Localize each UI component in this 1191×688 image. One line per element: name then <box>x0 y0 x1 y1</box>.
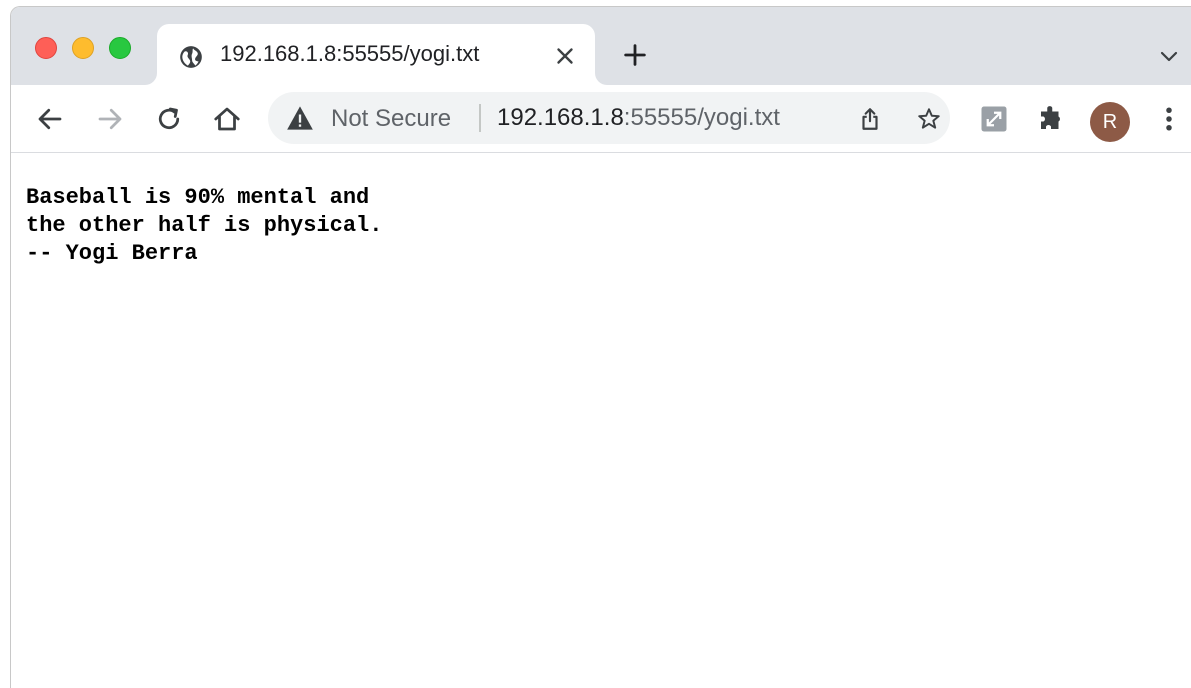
minimize-window-button[interactable] <box>72 37 94 59</box>
close-window-button[interactable] <box>35 37 57 59</box>
close-icon[interactable] <box>552 43 578 69</box>
text-line: Baseball is 90% mental and <box>26 185 370 210</box>
url-host: 192.168.1.8 <box>497 104 624 131</box>
url-path: :55555/yogi.txt <box>623 104 780 131</box>
text-line: the other half is physical. <box>26 213 383 238</box>
avatar[interactable]: R <box>1090 102 1130 142</box>
divider <box>479 104 481 132</box>
text-line: -- Yogi Berra <box>26 241 198 266</box>
text-document: Baseball is 90% mental and the other hal… <box>26 184 382 268</box>
address-bar[interactable]: Not Secure 192.168.1.8:55555/yogi.txt <box>268 92 950 144</box>
tab-strip: 192.168.1.8:55555/yogi.txt <box>11 7 1191 85</box>
page-content: Baseball is 90% mental and the other hal… <box>11 154 1191 688</box>
globe-icon <box>180 46 202 68</box>
new-tab-button[interactable] <box>621 41 649 69</box>
kebab-menu-icon[interactable] <box>1154 104 1184 134</box>
chevron-down-icon[interactable] <box>1157 47 1181 67</box>
home-icon[interactable] <box>212 104 242 134</box>
puzzle-icon[interactable] <box>1036 104 1066 134</box>
arrow-left-icon[interactable] <box>35 104 65 134</box>
extension-icon[interactable] <box>979 104 1009 134</box>
arrow-right-icon[interactable] <box>95 104 125 134</box>
tab-active[interactable]: 192.168.1.8:55555/yogi.txt <box>157 24 595 85</box>
zoom-window-button[interactable] <box>109 37 131 59</box>
warning-triangle-icon[interactable] <box>286 105 314 131</box>
tab-title: 192.168.1.8:55555/yogi.txt <box>220 41 480 66</box>
share-icon[interactable] <box>857 106 883 132</box>
reload-icon[interactable] <box>154 104 184 134</box>
url-text[interactable]: 192.168.1.8:55555/yogi.txt <box>497 104 780 132</box>
toolbar: Not Secure 192.168.1.8:55555/yogi.txt R <box>11 85 1191 153</box>
browser-window: 192.168.1.8:55555/yogi.txt Not Secure 19… <box>10 6 1191 688</box>
star-icon[interactable] <box>916 106 942 132</box>
security-status[interactable]: Not Secure <box>331 105 451 133</box>
